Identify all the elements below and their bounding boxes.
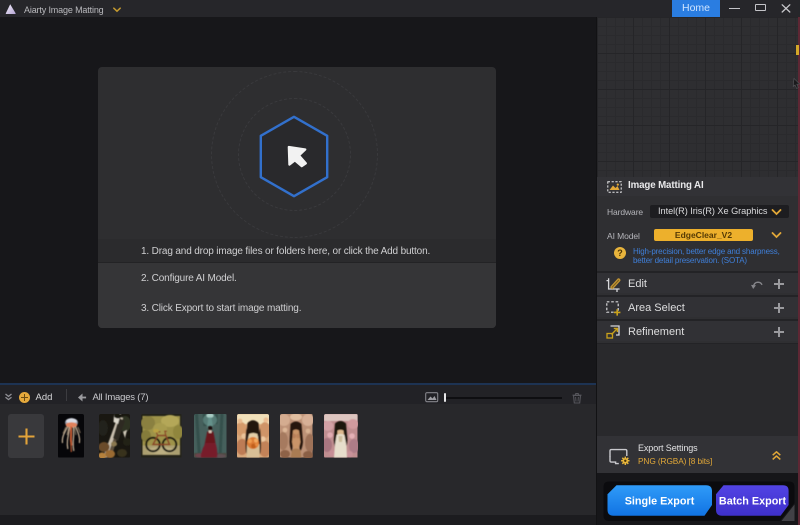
svg-text:Single Export: Single Export	[625, 495, 695, 507]
svg-text:Batch Export: Batch Export	[719, 495, 787, 507]
